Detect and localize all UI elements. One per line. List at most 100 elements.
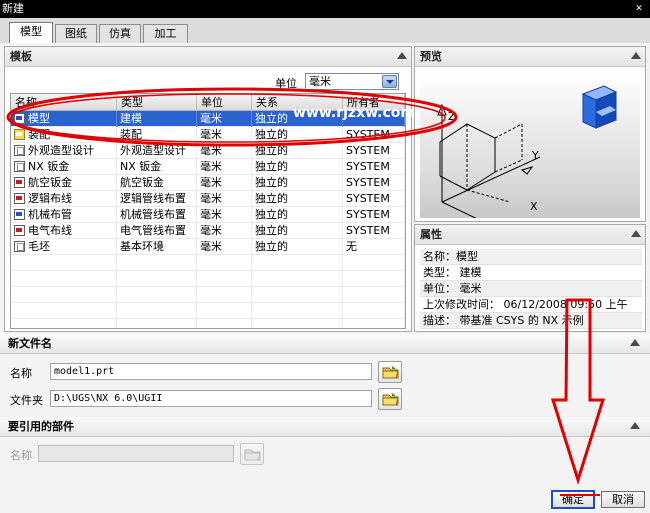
template-name-text: 逻辑布线 <box>28 192 72 205</box>
template-type-text: 电气管线布置 <box>120 224 186 237</box>
properties-title: 属性 <box>420 228 442 241</box>
reference-section: 要引用的部件 名称 <box>0 417 650 472</box>
col-name[interactable]: 名称 <box>11 94 117 111</box>
empty-cell <box>11 255 117 271</box>
tab-drawing[interactable]: 图纸 <box>55 24 97 43</box>
template-row[interactable]: 电气布线 电气管线布置 毫米 独立的 SYSTEM <box>11 223 405 239</box>
template-row[interactable]: 毛坯 基本环境 毫米 独立的 无 <box>11 239 405 255</box>
empty-cell <box>117 255 197 271</box>
electrical-routing-icon <box>14 225 25 236</box>
template-owner-text: SYSTEM <box>346 176 390 189</box>
template-name-text: 航空钣金 <box>28 176 72 189</box>
template-cell-name: 电气布线 <box>11 223 117 239</box>
template-type-text: 建模 <box>120 112 142 125</box>
template-cell-unit: 毫米 <box>197 175 252 191</box>
browse-name-button[interactable] <box>378 361 402 383</box>
template-relation-text: 独立的 <box>255 192 288 205</box>
col-owner[interactable]: 所有者 <box>343 94 405 111</box>
collapse-icon[interactable] <box>397 52 407 59</box>
collapse-icon[interactable] <box>631 52 641 59</box>
template-cell-owner: SYSTEM <box>343 159 405 175</box>
template-row[interactable]: 逻辑布线 逻辑管线布置 毫米 独立的 SYSTEM <box>11 191 405 207</box>
template-type-text: 航空钣金 <box>120 176 164 189</box>
template-cell-relation: 独立的 <box>252 143 343 159</box>
preview-graphic: Z Y X <box>437 85 618 238</box>
ok-button[interactable]: 确定 <box>551 490 595 509</box>
preview-canvas: Z Y X <box>420 72 640 238</box>
template-relation-text: 独立的 <box>255 112 288 125</box>
template-cell-relation: 独立的 <box>252 175 343 191</box>
preview-panel: 预览 Z Y X <box>414 46 646 238</box>
properties-header[interactable]: 属性 <box>415 225 645 245</box>
template-cell-name: 毛坯 <box>11 239 117 255</box>
preview-title: 预览 <box>420 50 442 63</box>
template-row[interactable]: 外观造型设计 外观造型设计 毫米 独立的 SYSTEM <box>11 143 405 159</box>
collapse-icon[interactable] <box>630 422 640 429</box>
unit-label: 单位 <box>275 77 297 90</box>
folder-input[interactable] <box>50 390 372 407</box>
assembly-icon <box>14 129 25 140</box>
prop-modified: 上次修改时间： 06/12/2008 09:50 上午 <box>420 297 642 313</box>
chevron-down-icon[interactable] <box>382 75 397 88</box>
template-cell-type: 装配 <box>117 127 197 143</box>
model-icon <box>14 113 25 124</box>
col-relation[interactable]: 关系 <box>252 94 343 111</box>
empty-cell <box>343 271 405 287</box>
template-unit-text: 毫米 <box>200 240 222 253</box>
template-row[interactable]: NX 钣金 NX 钣金 毫米 独立的 SYSTEM <box>11 159 405 175</box>
empty-cell <box>252 319 343 328</box>
template-cell-owner <box>343 111 405 127</box>
template-unit-text: 毫米 <box>200 144 222 157</box>
template-cell-type: NX 钣金 <box>117 159 197 175</box>
browse-folder-button[interactable] <box>378 388 402 410</box>
template-unit-text: 毫米 <box>200 112 222 125</box>
template-list[interactable]: 名称 类型 单位 关系 所有者 模型 建模 毫米 独立的 装配 装配 毫米 独立的 SYSTEM… <box>10 93 406 329</box>
preview-header[interactable]: 预览 <box>415 47 645 67</box>
empty-cell <box>343 319 405 328</box>
model-block-icon <box>581 85 618 129</box>
browse-reference-button <box>240 443 264 465</box>
collapse-icon[interactable] <box>630 339 640 346</box>
templates-header[interactable]: 模板 <box>5 47 411 67</box>
empty-row <box>11 287 405 303</box>
col-unit[interactable]: 单位 <box>197 94 252 111</box>
new-file-header[interactable]: 新文件名 <box>0 334 650 354</box>
template-cell-unit: 毫米 <box>197 191 252 207</box>
cancel-button[interactable]: 取消 <box>601 491 645 508</box>
template-relation-text: 独立的 <box>255 208 288 221</box>
tab-manufacturing[interactable]: 加工 <box>143 24 188 43</box>
logical-routing-icon <box>14 193 25 204</box>
template-cell-type: 外观造型设计 <box>117 143 197 159</box>
template-relation-text: 独立的 <box>255 144 288 157</box>
template-cell-owner: 无 <box>343 239 405 255</box>
template-row[interactable]: 装配 装配 毫米 独立的 SYSTEM <box>11 127 405 143</box>
folder-icon <box>244 449 261 461</box>
name-label: 名称 <box>10 367 32 380</box>
empty-cell <box>252 303 343 319</box>
template-name-text: 毛坯 <box>28 240 50 253</box>
name-input[interactable] <box>50 363 372 380</box>
tab-model[interactable]: 模型 <box>9 22 53 43</box>
template-relation-text: 独立的 <box>255 240 288 253</box>
unit-value: 毫米 <box>309 75 331 88</box>
template-row[interactable]: 模型 建模 毫米 独立的 <box>11 111 405 127</box>
template-cell-owner: SYSTEM <box>343 143 405 159</box>
template-row[interactable]: 机械布管 机械管线布置 毫米 独立的 SYSTEM <box>11 207 405 223</box>
template-row[interactable]: 航空钣金 航空钣金 毫米 独立的 SYSTEM <box>11 175 405 191</box>
template-cell-unit: 毫米 <box>197 159 252 175</box>
template-name-text: 机械布管 <box>28 208 72 221</box>
template-relation-text: 独立的 <box>255 160 288 173</box>
reference-name-input <box>38 445 234 462</box>
template-cell-name: NX 钣金 <box>11 159 117 175</box>
close-icon[interactable]: ✕ <box>632 2 646 16</box>
new-file-section: 新文件名 名称 文件夹 <box>0 334 650 412</box>
unit-select[interactable]: 毫米 <box>305 73 399 90</box>
template-owner-text: 无 <box>346 240 357 253</box>
col-type[interactable]: 类型 <box>117 94 197 111</box>
reference-header[interactable]: 要引用的部件 <box>0 417 650 437</box>
tab-simulation[interactable]: 仿真 <box>99 24 141 43</box>
collapse-icon[interactable] <box>631 230 641 237</box>
template-name-text: 电气布线 <box>28 224 72 237</box>
folder-icon <box>382 366 399 379</box>
template-cell-type: 逻辑管线布置 <box>117 191 197 207</box>
